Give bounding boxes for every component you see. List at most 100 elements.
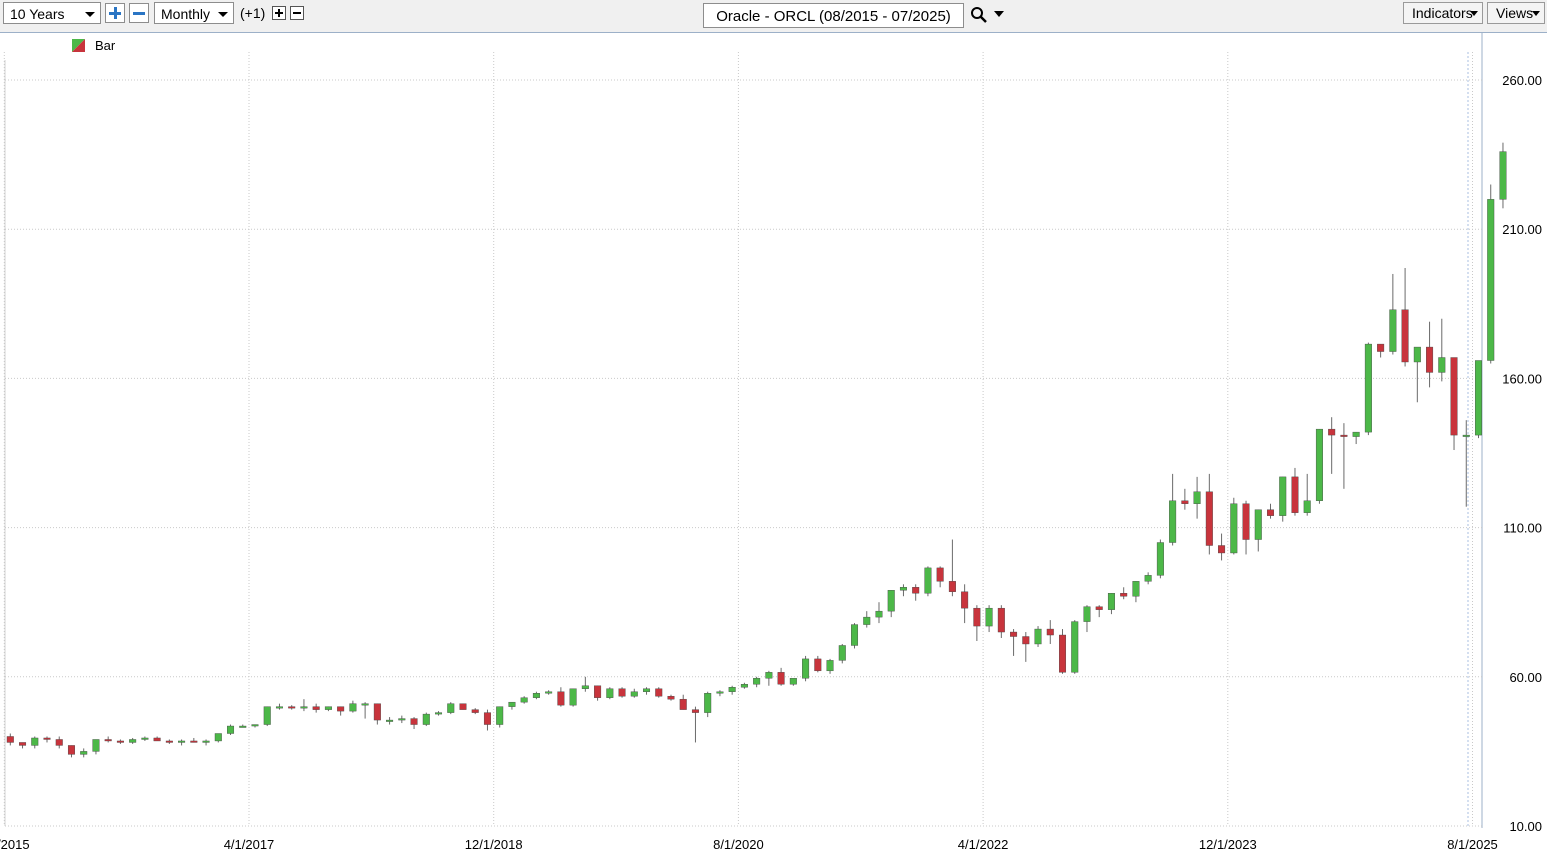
- candle-body: [337, 706, 345, 712]
- candle-body: [826, 660, 834, 672]
- offset-label: (+1): [240, 5, 266, 21]
- candle-body: [324, 706, 332, 710]
- candle-body: [1401, 309, 1409, 363]
- candle-body: [851, 624, 859, 646]
- candle-body: [802, 658, 810, 679]
- candle-body: [275, 706, 283, 709]
- candle-body: [789, 678, 797, 685]
- candle-body: [1230, 503, 1238, 554]
- chevron-down-icon: [1532, 11, 1540, 16]
- period-select[interactable]: 10 Years: [3, 2, 101, 24]
- candle-body: [1034, 628, 1042, 645]
- candle-body: [1132, 581, 1140, 597]
- candle-body: [1426, 346, 1434, 373]
- candle-body: [239, 725, 247, 728]
- candle-body: [1193, 491, 1201, 504]
- candle-body: [875, 610, 883, 618]
- search-icon[interactable]: [970, 6, 988, 24]
- candle-body: [545, 691, 553, 694]
- candle-body: [924, 567, 932, 594]
- candle-body: [178, 740, 186, 743]
- candle-body: [569, 688, 577, 706]
- candle-body: [19, 742, 27, 746]
- chevron-down-icon: [218, 12, 228, 17]
- candle-body: [104, 739, 112, 742]
- candle-body: [1267, 509, 1275, 516]
- candle-body: [1487, 199, 1495, 361]
- symbol-title-box[interactable]: Oracle - ORCL (08/2015 - 07/2025): [703, 3, 964, 28]
- candle-body: [349, 703, 357, 712]
- offset-increase-button[interactable]: [272, 6, 286, 20]
- candle-body: [985, 607, 993, 627]
- candle-body: [410, 718, 418, 725]
- candlestick-chart: 260.00 210.00 160.00 110.00 60.00 10.00 8/1/20…: [0, 33, 1542, 852]
- candle-body: [777, 672, 785, 685]
- candle-body: [618, 688, 626, 697]
- candle-body: [214, 733, 222, 742]
- candle-body: [1010, 631, 1018, 637]
- search-options-chevron-icon[interactable]: [994, 11, 1004, 17]
- interval-select[interactable]: Monthly: [154, 2, 234, 24]
- candle-body: [961, 591, 969, 609]
- candle-body: [1095, 606, 1103, 610]
- candle-body: [655, 688, 663, 697]
- indicators-label: Indicators: [1412, 5, 1473, 21]
- interval-value: Monthly: [161, 6, 211, 22]
- candle-body: [765, 672, 773, 679]
- minus-icon: [133, 12, 145, 15]
- candle-body: [141, 737, 149, 740]
- candle-body: [1450, 357, 1458, 436]
- candle-body: [31, 737, 39, 746]
- candle-body: [1083, 606, 1091, 622]
- candle-body: [1071, 621, 1079, 673]
- candle-body: [581, 685, 589, 689]
- candle-body: [386, 719, 394, 722]
- candle-body: [716, 691, 724, 694]
- candle-body: [594, 685, 602, 698]
- candle-body: [1291, 476, 1299, 513]
- candle-body: [190, 740, 198, 743]
- candle-body: [251, 724, 259, 727]
- y-tick-label: 210.00: [1502, 222, 1542, 237]
- candle-body: [863, 616, 871, 625]
- candle-body: [153, 737, 161, 742]
- candle-body: [1315, 428, 1323, 501]
- candle-body: [1181, 500, 1189, 504]
- candle-body: [471, 709, 479, 713]
- zoom-out-button[interactable]: [129, 3, 149, 23]
- candle-body: [1059, 634, 1067, 673]
- x-tick-label: 4/1/2017: [224, 837, 275, 852]
- candle-body: [1328, 428, 1336, 436]
- candle-body: [997, 607, 1005, 633]
- candle-body: [1474, 360, 1482, 436]
- views-button[interactable]: Views: [1487, 2, 1545, 24]
- candle-body: [740, 684, 748, 688]
- candle-body: [1107, 593, 1115, 610]
- candle-body: [1046, 628, 1054, 636]
- candle-body: [1340, 434, 1348, 437]
- candle-body: [1352, 431, 1360, 437]
- zoom-in-button[interactable]: [105, 3, 125, 23]
- candle-body: [557, 691, 565, 706]
- candle-body: [728, 687, 736, 692]
- candle-body: [630, 691, 638, 697]
- y-tick-label: 10.00: [1509, 819, 1542, 834]
- candle-body: [520, 697, 528, 703]
- indicators-button[interactable]: Indicators: [1403, 2, 1483, 24]
- candle-body: [116, 740, 124, 743]
- chevron-down-icon: [85, 12, 95, 17]
- candle-body: [899, 587, 907, 591]
- x-tick-label: 12/1/2018: [465, 837, 523, 852]
- candle-body: [1144, 575, 1152, 582]
- candle-body: [55, 739, 63, 746]
- candle-body: [973, 607, 981, 627]
- candle-body: [814, 658, 822, 672]
- candle-body: [496, 706, 504, 725]
- x-tick-label: 8/1/2025: [1447, 837, 1498, 852]
- candle-body: [422, 713, 430, 725]
- period-value: 10 Years: [10, 6, 65, 22]
- offset-decrease-button[interactable]: [290, 6, 304, 20]
- candle-body: [300, 706, 308, 709]
- candle-body: [447, 703, 455, 713]
- candle-body: [936, 567, 944, 582]
